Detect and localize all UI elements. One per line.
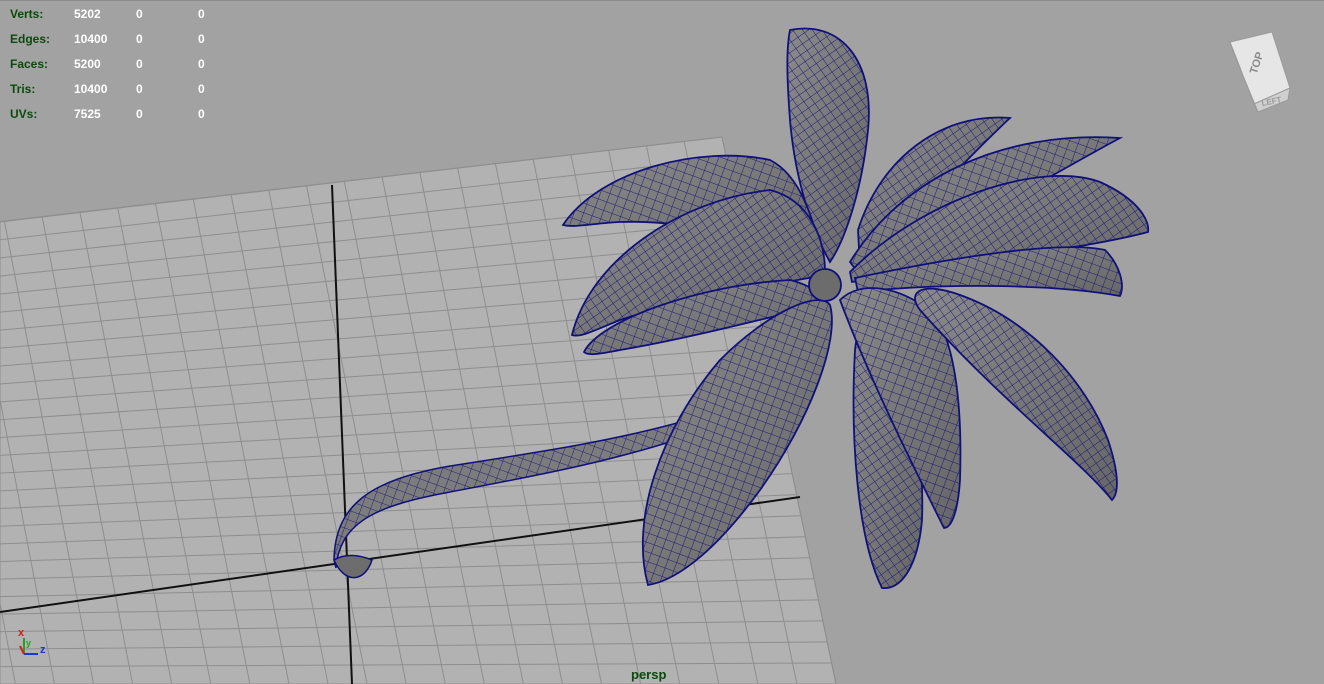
hud-label: Tris: [10, 82, 36, 96]
axis-indicator: x y z [14, 624, 54, 664]
hud-value: 0 [198, 57, 205, 71]
hud-value: 0 [136, 32, 143, 46]
camera-name-label: persp [631, 667, 667, 682]
hud-value: 5202 [74, 7, 101, 21]
y-axis-label: y [26, 638, 31, 648]
x-axis-label: x [18, 627, 25, 639]
3d-viewport[interactable]: Verts: 5202 0 0 Edges: 10400 0 0 Faces: … [0, 0, 1324, 684]
hud-value: 0 [136, 57, 143, 71]
hud-value: 0 [198, 7, 205, 21]
hud-value: 5200 [74, 57, 101, 71]
hud-value: 7525 [74, 107, 101, 121]
hud-value: 0 [198, 82, 205, 96]
z-axis-label: z [40, 644, 46, 656]
hud-value: 10400 [74, 82, 108, 96]
flower-center[interactable] [808, 268, 842, 302]
hud-value: 10400 [74, 32, 108, 46]
hud-value: 0 [198, 107, 205, 121]
viewport-border [0, 0, 1324, 1]
hud-label: Faces: [10, 57, 49, 71]
hud-label: Edges: [10, 32, 51, 46]
hud-value: 0 [198, 32, 205, 46]
hud-label: Verts: [10, 7, 44, 21]
view-cube-icon[interactable]: TOP LEFT [1226, 28, 1298, 112]
hud-value: 0 [136, 107, 143, 121]
hud-value: 0 [136, 7, 143, 21]
hud-label: UVs: [10, 107, 38, 121]
hud-value: 0 [136, 82, 143, 96]
